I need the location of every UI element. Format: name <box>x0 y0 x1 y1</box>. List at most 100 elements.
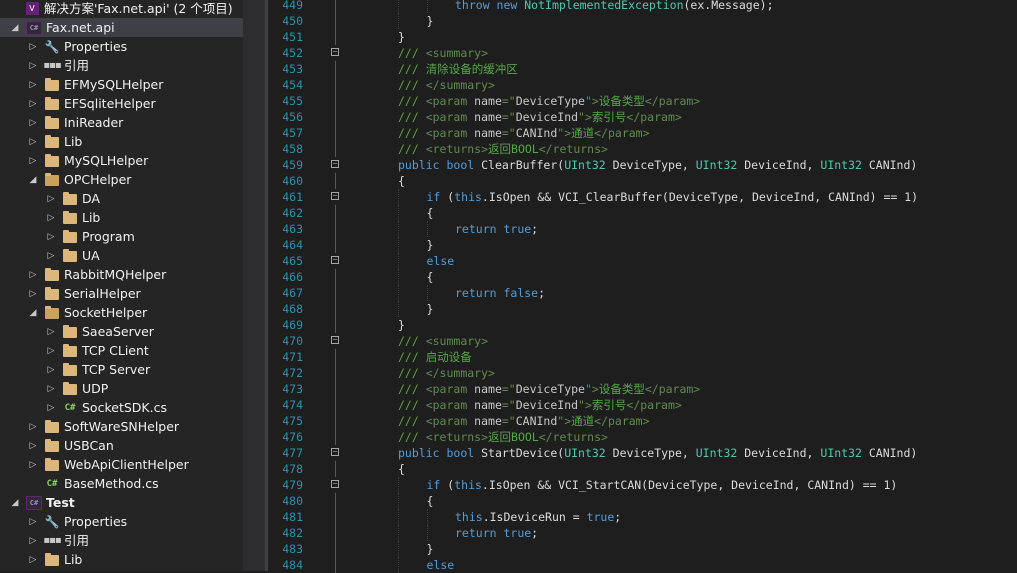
collapse-arrow-icon[interactable]: ◢ <box>10 18 20 37</box>
collapse-region-icon[interactable]: − <box>331 256 339 264</box>
tree-item[interactable]: ▷ DA <box>0 189 243 208</box>
code-line[interactable]: 480 { <box>268 493 1017 509</box>
expand-arrow-icon[interactable]: ▷ <box>28 113 38 132</box>
code-line[interactable]: 458 /// <returns>返回BOOL</returns> <box>268 141 1017 157</box>
code-line[interactable]: 464} <box>268 237 1017 253</box>
expand-arrow-icon[interactable]: ▷ <box>46 189 56 208</box>
expand-arrow-icon[interactable]: ▷ <box>46 360 56 379</box>
expand-arrow-icon[interactable]: ▷ <box>46 398 56 417</box>
expand-arrow-icon[interactable]: ▷ <box>46 379 56 398</box>
expand-arrow-icon[interactable]: ▷ <box>28 94 38 113</box>
code-line[interactable]: 465 − else <box>268 253 1017 269</box>
code-line[interactable]: 481 this.IsDeviceRun = true; <box>268 509 1017 525</box>
tree-item[interactable]: ▷ EFMySQLHelper <box>0 75 243 94</box>
tree-item[interactable]: ▷ USBCan <box>0 436 243 455</box>
expand-arrow-icon[interactable]: ▷ <box>28 265 38 284</box>
expand-arrow-icon[interactable]: ▷ <box>28 56 38 75</box>
code-line[interactable]: 472 /// </summary> <box>268 365 1017 381</box>
code-line[interactable]: 469} <box>268 317 1017 333</box>
expand-arrow-icon[interactable]: ▷ <box>28 417 38 436</box>
code-line[interactable]: 454 /// </summary> <box>268 77 1017 93</box>
code-line[interactable]: 457 /// <param name="CANInd">通道</param> <box>268 125 1017 141</box>
code-line[interactable]: 459− public bool ClearBuffer(UInt32 Devic… <box>268 157 1017 173</box>
expand-arrow-icon[interactable]: ▷ <box>28 132 38 151</box>
tree-item[interactable]: ▷ WebApiClientHelper <box>0 455 243 474</box>
code-line[interactable]: 468} <box>268 301 1017 317</box>
code-line[interactable]: 474 /// <param name="DeviceInd">索引号</para… <box>268 397 1017 413</box>
code-line[interactable]: 455 /// <param name="DeviceType">设备类型</pa… <box>268 93 1017 109</box>
tree-item[interactable]: ▷ UA <box>0 246 243 265</box>
tree-item[interactable]: ◢ SocketHelper <box>0 303 243 322</box>
tree-item[interactable]: ▷ MySQLHelper <box>0 151 243 170</box>
code-line[interactable]: 475 /// <param name="CANInd">通道</param> <box>268 413 1017 429</box>
tree-item[interactable]: ▷ Program <box>0 227 243 246</box>
code-line[interactable]: 483} <box>268 541 1017 557</box>
code-line[interactable]: 463 return true; <box>268 221 1017 237</box>
tree-item[interactable]: ▷ TCP CLient <box>0 341 243 360</box>
expand-arrow-icon[interactable]: ▷ <box>28 455 38 474</box>
collapse-region-icon[interactable]: − <box>331 48 339 56</box>
code-line[interactable]: 482 return true; <box>268 525 1017 541</box>
expand-arrow-icon[interactable]: ▷ <box>28 151 38 170</box>
tree-item[interactable]: ▷ TCP Server <box>0 360 243 379</box>
code-line[interactable]: 461 − if (this.IsOpen && VCI_ClearBuffer(D… <box>268 189 1017 205</box>
collapse-region-icon[interactable]: − <box>331 192 339 200</box>
tree-item[interactable]: ◢ C# Fax.net.api <box>0 18 243 37</box>
tree-item[interactable]: ▷ SoftWareSNHelper <box>0 417 243 436</box>
expand-arrow-icon[interactable]: ▷ <box>28 512 38 531</box>
tree-item[interactable]: ▷ Lib <box>0 550 243 569</box>
tree-item[interactable]: ▷ 🔧 Properties <box>0 512 243 531</box>
tree-item[interactable]: ▷ EFSqliteHelper <box>0 94 243 113</box>
tree-item[interactable]: ▷ C# SocketSDK.cs <box>0 398 243 417</box>
code-line[interactable]: 451} <box>268 29 1017 45</box>
collapse-region-icon[interactable]: − <box>331 448 339 456</box>
expand-arrow-icon[interactable]: ▷ <box>28 75 38 94</box>
code-line[interactable]: 462 { <box>268 205 1017 221</box>
code-line[interactable]: 471 /// 启动设备 <box>268 349 1017 365</box>
expand-arrow-icon[interactable]: ▷ <box>46 246 56 265</box>
code-editor[interactable]: 449 throw new NotImplementedException(ex.… <box>268 0 1017 573</box>
code-line[interactable]: 450} <box>268 13 1017 29</box>
tree-item[interactable]: ▷ UDP <box>0 379 243 398</box>
tree-item[interactable]: ▷ Lib <box>0 132 243 151</box>
collapse-arrow-icon[interactable]: ◢ <box>28 170 38 189</box>
code-line[interactable]: 470 − /// <summary> <box>268 333 1017 349</box>
tree-item[interactable]: ▷ SerialHelper <box>0 284 243 303</box>
tree-item[interactable]: ▷ 🔧 Properties <box>0 37 243 56</box>
expand-arrow-icon[interactable]: ▷ <box>46 227 56 246</box>
code-line[interactable]: 466 { <box>268 269 1017 285</box>
code-line[interactable]: 460 { <box>268 173 1017 189</box>
expand-arrow-icon[interactable]: ▷ <box>46 208 56 227</box>
expand-arrow-icon[interactable]: ▷ <box>46 341 56 360</box>
tree-item[interactable]: ◢ OPCHelper <box>0 170 243 189</box>
code-line[interactable]: 456 /// <param name="DeviceInd">索引号</para… <box>268 109 1017 125</box>
code-line[interactable]: 477− public bool StartDevice(UInt32 Devic… <box>268 445 1017 461</box>
collapse-arrow-icon[interactable]: ◢ <box>10 493 20 512</box>
expand-arrow-icon[interactable]: ▷ <box>28 550 38 569</box>
expand-arrow-icon[interactable]: ▷ <box>46 322 56 341</box>
tree-item[interactable]: ▷ SaeaServer <box>0 322 243 341</box>
code-line[interactable]: 478 { <box>268 461 1017 477</box>
tree-item[interactable]: V 解决方案'Fax.net.api' (2 个项目) <box>0 0 243 18</box>
collapse-region-icon[interactable]: − <box>331 160 339 168</box>
code-line[interactable]: 479 − if (this.IsOpen && VCI_StartCAN(Devi… <box>268 477 1017 493</box>
expand-arrow-icon[interactable]: ▷ <box>28 531 38 550</box>
tree-item[interactable]: ▷ RabbitMQHelper <box>0 265 243 284</box>
expand-arrow-icon[interactable]: ▷ <box>28 436 38 455</box>
code-line[interactable]: 476 /// <returns>返回BOOL</returns> <box>268 429 1017 445</box>
tree-item[interactable]: ▷ ▪▪▪ 引用 <box>0 56 243 75</box>
collapse-region-icon[interactable]: − <box>331 336 339 344</box>
tree-item[interactable]: ▷ IniReader <box>0 113 243 132</box>
code-line[interactable]: 453 /// 清除设备的缓冲区 <box>268 61 1017 77</box>
tree-item[interactable]: C# BaseMethod.cs <box>0 474 243 493</box>
tree-item[interactable]: ◢ C# Test <box>0 493 243 512</box>
collapse-arrow-icon[interactable]: ◢ <box>28 303 38 322</box>
expand-arrow-icon[interactable]: ▷ <box>28 284 38 303</box>
code-line[interactable]: 452 − /// <summary> <box>268 45 1017 61</box>
panel-splitter[interactable] <box>243 0 268 571</box>
tree-item[interactable]: ▷ ▪▪▪ 引用 <box>0 531 243 550</box>
expand-arrow-icon[interactable]: ▷ <box>28 37 38 56</box>
tree-item[interactable]: ▷ Lib <box>0 208 243 227</box>
code-line[interactable]: 449 throw new NotImplementedException(ex.… <box>268 0 1017 13</box>
collapse-region-icon[interactable]: − <box>331 480 339 488</box>
